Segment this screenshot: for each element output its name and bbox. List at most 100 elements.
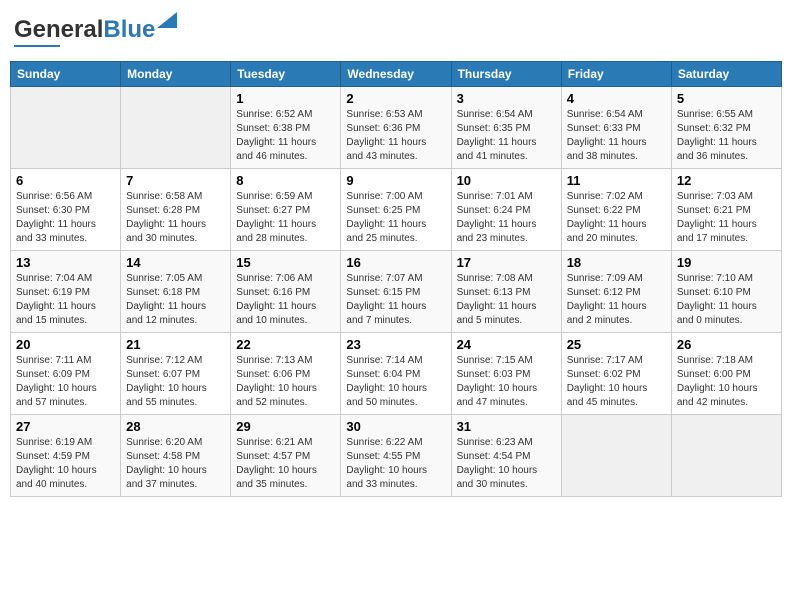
calendar-body: 1Sunrise: 6:52 AMSunset: 6:38 PMDaylight… [11,87,782,497]
calendar-cell: 29 Sunrise: 6:21 AMSunset: 4:57 PMDayligh… [231,415,341,497]
day-number: 9 [346,173,445,188]
calendar-cell [561,415,671,497]
day-number: 13 [16,255,115,270]
weekday-header-wednesday: Wednesday [341,62,451,87]
day-info: Sunrise: 7:02 AMSunset: 6:22 PMDaylight:… [567,190,666,246]
day-info: Sunrise: 6:55 AMSunset: 6:32 PMDaylight:… [677,108,776,164]
day-info: Sunrise: 7:01 AMSunset: 6:24 PMDaylight:… [457,190,556,246]
calendar-cell: 3 Sunrise: 6:54 AMSunset: 6:35 PMDaylight… [451,87,561,169]
calendar-cell: 6Sunrise: 6:56 AMSunset: 6:30 PMDaylight… [11,169,121,251]
calendar-cell: 22 Sunrise: 7:13 AMSunset: 6:06 PMDayligh… [231,333,341,415]
day-info: Sunrise: 6:23 AMSunset: 4:54 PMDaylight:… [457,436,556,492]
day-number: 29 [236,419,335,434]
day-number: 3 [457,91,556,106]
day-info: Sunrise: 7:17 AMSunset: 6:02 PMDaylight:… [567,354,666,410]
day-number: 5 [677,91,776,106]
logo-triangle-icon [157,12,177,28]
calendar-cell: 8 Sunrise: 6:59 AMSunset: 6:27 PMDaylight… [231,169,341,251]
calendar-cell: 31 Sunrise: 6:23 AMSunset: 4:54 PMDayligh… [451,415,561,497]
day-number: 30 [346,419,445,434]
calendar-week-row: 13 Sunrise: 7:04 AMSunset: 6:19 PMDayligh… [11,251,782,333]
day-number: 16 [346,255,445,270]
day-number: 7 [126,173,225,188]
day-info: Sunrise: 7:09 AMSunset: 6:12 PMDaylight:… [567,272,666,328]
logo-blue: Blue [103,16,155,43]
calendar-cell: 17Sunrise: 7:08 AMSunset: 6:13 PMDayligh… [451,251,561,333]
day-info: Sunrise: 7:10 AMSunset: 6:10 PMDaylight:… [677,272,776,328]
calendar-cell: 10 Sunrise: 7:01 AMSunset: 6:24 PMDayligh… [451,169,561,251]
day-info: Sunrise: 7:04 AMSunset: 6:19 PMDaylight:… [16,272,115,328]
calendar-cell: 25 Sunrise: 7:17 AMSunset: 6:02 PMDayligh… [561,333,671,415]
calendar-cell [11,87,121,169]
day-number: 12 [677,173,776,188]
calendar-cell: 13 Sunrise: 7:04 AMSunset: 6:19 PMDayligh… [11,251,121,333]
calendar-cell: 14Sunrise: 7:05 AMSunset: 6:18 PMDayligh… [121,251,231,333]
day-info: Sunrise: 7:03 AMSunset: 6:21 PMDaylight:… [677,190,776,246]
day-info: Sunrise: 7:14 AMSunset: 6:04 PMDaylight:… [346,354,445,410]
calendar-cell: 15Sunrise: 7:06 AMSunset: 6:16 PMDayligh… [231,251,341,333]
calendar-cell: 19 Sunrise: 7:10 AMSunset: 6:10 PMDayligh… [671,251,781,333]
day-number: 22 [236,337,335,352]
day-number: 2 [346,91,445,106]
calendar-cell [121,87,231,169]
page-header: GeneralBlue [10,10,782,53]
day-info: Sunrise: 7:13 AMSunset: 6:06 PMDaylight:… [236,354,335,410]
day-number: 24 [457,337,556,352]
day-info: Sunrise: 6:59 AMSunset: 6:27 PMDaylight:… [236,190,335,246]
day-number: 8 [236,173,335,188]
day-number: 23 [346,337,445,352]
day-number: 27 [16,419,115,434]
calendar-week-row: 6Sunrise: 6:56 AMSunset: 6:30 PMDaylight… [11,169,782,251]
day-info: Sunrise: 6:53 AMSunset: 6:36 PMDaylight:… [346,108,445,164]
weekday-header-tuesday: Tuesday [231,62,341,87]
day-number: 21 [126,337,225,352]
day-number: 11 [567,173,666,188]
day-info: Sunrise: 7:06 AMSunset: 6:16 PMDaylight:… [236,272,335,328]
day-info: Sunrise: 6:21 AMSunset: 4:57 PMDaylight:… [236,436,335,492]
day-info: Sunrise: 6:54 AMSunset: 6:35 PMDaylight:… [457,108,556,164]
calendar-week-row: 27 Sunrise: 6:19 AMSunset: 4:59 PMDayligh… [11,415,782,497]
day-number: 19 [677,255,776,270]
calendar-cell: 16Sunrise: 7:07 AMSunset: 6:15 PMDayligh… [341,251,451,333]
calendar-cell: 18 Sunrise: 7:09 AMSunset: 6:12 PMDayligh… [561,251,671,333]
calendar-table: SundayMondayTuesdayWednesdayThursdayFrid… [10,61,782,497]
calendar-cell [671,415,781,497]
calendar-cell: 24 Sunrise: 7:15 AMSunset: 6:03 PMDayligh… [451,333,561,415]
calendar-cell: 2 Sunrise: 6:53 AMSunset: 6:36 PMDaylight… [341,87,451,169]
day-number: 18 [567,255,666,270]
day-number: 14 [126,255,225,270]
weekday-header-thursday: Thursday [451,62,561,87]
logo-underline [14,45,60,47]
weekday-row: SundayMondayTuesdayWednesdayThursdayFrid… [11,62,782,87]
calendar-cell: 11 Sunrise: 7:02 AMSunset: 6:22 PMDayligh… [561,169,671,251]
day-number: 28 [126,419,225,434]
calendar-cell: 30Sunrise: 6:22 AMSunset: 4:55 PMDayligh… [341,415,451,497]
weekday-header-monday: Monday [121,62,231,87]
calendar-cell: 23 Sunrise: 7:14 AMSunset: 6:04 PMDayligh… [341,333,451,415]
day-info: Sunrise: 6:19 AMSunset: 4:59 PMDaylight:… [16,436,115,492]
day-info: Sunrise: 6:58 AMSunset: 6:28 PMDaylight:… [126,190,225,246]
weekday-header-friday: Friday [561,62,671,87]
calendar-cell: 7 Sunrise: 6:58 AMSunset: 6:28 PMDaylight… [121,169,231,251]
calendar-cell: 26Sunrise: 7:18 AMSunset: 6:00 PMDayligh… [671,333,781,415]
day-info: Sunrise: 6:54 AMSunset: 6:33 PMDaylight:… [567,108,666,164]
day-number: 31 [457,419,556,434]
logo-general: General [14,16,103,43]
calendar-cell: 4Sunrise: 6:54 AMSunset: 6:33 PMDaylight… [561,87,671,169]
day-info: Sunrise: 7:00 AMSunset: 6:25 PMDaylight:… [346,190,445,246]
calendar-cell: 1Sunrise: 6:52 AMSunset: 6:38 PMDaylight… [231,87,341,169]
calendar-cell: 28Sunrise: 6:20 AMSunset: 4:58 PMDayligh… [121,415,231,497]
calendar-week-row: 20Sunrise: 7:11 AMSunset: 6:09 PMDayligh… [11,333,782,415]
day-number: 10 [457,173,556,188]
day-number: 6 [16,173,115,188]
day-number: 1 [236,91,335,106]
calendar-cell: 9 Sunrise: 7:00 AMSunset: 6:25 PMDaylight… [341,169,451,251]
day-info: Sunrise: 7:08 AMSunset: 6:13 PMDaylight:… [457,272,556,328]
day-info: Sunrise: 7:18 AMSunset: 6:00 PMDaylight:… [677,354,776,410]
day-info: Sunrise: 7:15 AMSunset: 6:03 PMDaylight:… [457,354,556,410]
calendar-week-row: 1Sunrise: 6:52 AMSunset: 6:38 PMDaylight… [11,87,782,169]
calendar-cell: 27 Sunrise: 6:19 AMSunset: 4:59 PMDayligh… [11,415,121,497]
weekday-header-saturday: Saturday [671,62,781,87]
logo: GeneralBlue [14,16,155,47]
day-number: 25 [567,337,666,352]
